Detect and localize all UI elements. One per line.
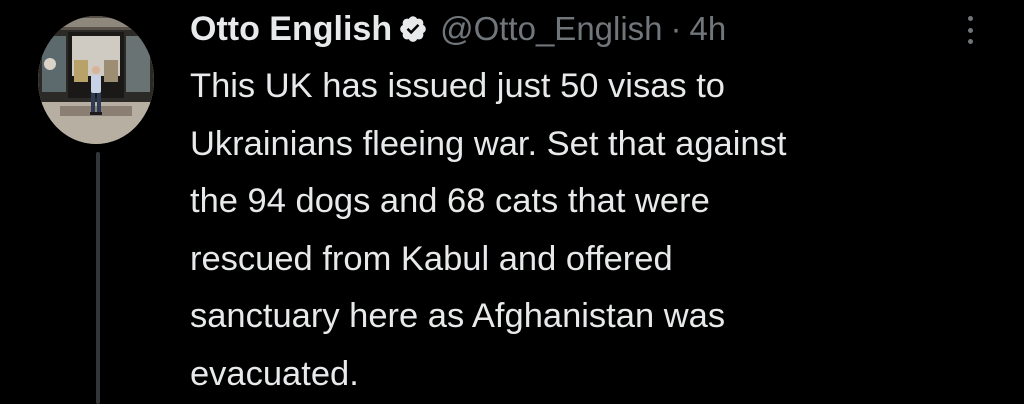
- more-vertical-icon[interactable]: [958, 12, 982, 48]
- tweet-text-line: the 94 dogs and 68 cats that were: [190, 182, 710, 220]
- profile-photo: [38, 16, 154, 144]
- tweet-text-line: evacuated.: [190, 354, 359, 393]
- tweet-text-line: Ukrainians fleeing war. Set that against: [190, 124, 787, 163]
- tweet-header: Otto English @Otto_English · 4h: [190, 6, 726, 52]
- avatar-column: [38, 16, 154, 144]
- separator-dot: ·: [670, 10, 682, 47]
- tweet-text-line: sanctuary here as Afghanistan was: [190, 297, 726, 335]
- tweet-text-line: rescued from Kabul and offered: [190, 239, 673, 278]
- thread-line: [96, 152, 100, 404]
- author-handle[interactable]: @Otto_English: [440, 10, 662, 48]
- verified-badge-icon: [398, 14, 428, 44]
- avatar[interactable]: [38, 16, 154, 144]
- tweet[interactable]: Otto English @Otto_English · 4h This UK …: [0, 0, 1024, 404]
- author-name[interactable]: Otto English: [190, 10, 392, 49]
- timestamp[interactable]: 4h: [690, 10, 727, 48]
- tweet-text: This UK has issued just 50 visas to Ukra…: [190, 58, 980, 403]
- tweet-text-line: This UK has issued just 50 visas to: [190, 67, 725, 105]
